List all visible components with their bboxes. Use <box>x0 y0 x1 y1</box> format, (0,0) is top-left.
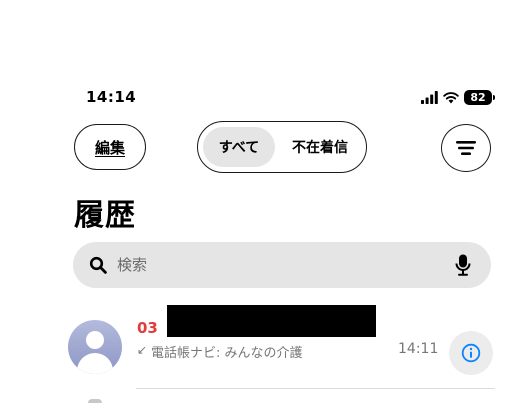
battery-icon: 82 <box>464 89 495 105</box>
call-subtitle: 電話帳ナビ: みんなの介護 <box>151 346 303 361</box>
call-filter-segmented-control: すべて 不在着信 <box>197 121 367 173</box>
info-icon <box>461 343 481 363</box>
microphone-icon[interactable] <box>455 254 471 276</box>
missed-call-arrow-icon: ↙ <box>137 343 148 357</box>
wifi-icon <box>443 91 459 103</box>
segment-missed-calls[interactable]: 不在着信 <box>280 127 360 167</box>
next-row-avatar-peek <box>88 399 102 403</box>
status-bar: 14:14 82 <box>0 88 518 108</box>
segment-all[interactable]: すべて <box>203 127 275 167</box>
search-bar[interactable] <box>73 242 491 288</box>
avatar-body <box>77 353 113 374</box>
call-time: 14:11 <box>398 341 439 357</box>
info-button[interactable] <box>449 331 493 375</box>
caller-number: 03 <box>137 319 158 337</box>
filter-menu-button[interactable] <box>441 124 491 172</box>
avatar-head <box>86 331 104 349</box>
row-divider <box>136 388 495 389</box>
redaction-box <box>167 305 376 337</box>
search-input[interactable] <box>117 255 437 275</box>
avatar <box>68 320 122 374</box>
call-history-row[interactable]: 03 ↙ 電話帳ナビ: みんなの介護 14:11 <box>60 300 500 389</box>
search-icon <box>89 256 107 274</box>
edit-button[interactable]: 編集 <box>74 124 146 170</box>
status-icons: 82 <box>421 89 495 105</box>
status-time: 14:14 <box>86 88 137 106</box>
cellular-signal-icon <box>421 90 438 104</box>
battery-level: 82 <box>470 90 486 104</box>
hamburger-menu-icon <box>456 141 476 155</box>
page-title: 履歴 <box>74 198 136 233</box>
battery-tip <box>493 94 495 100</box>
